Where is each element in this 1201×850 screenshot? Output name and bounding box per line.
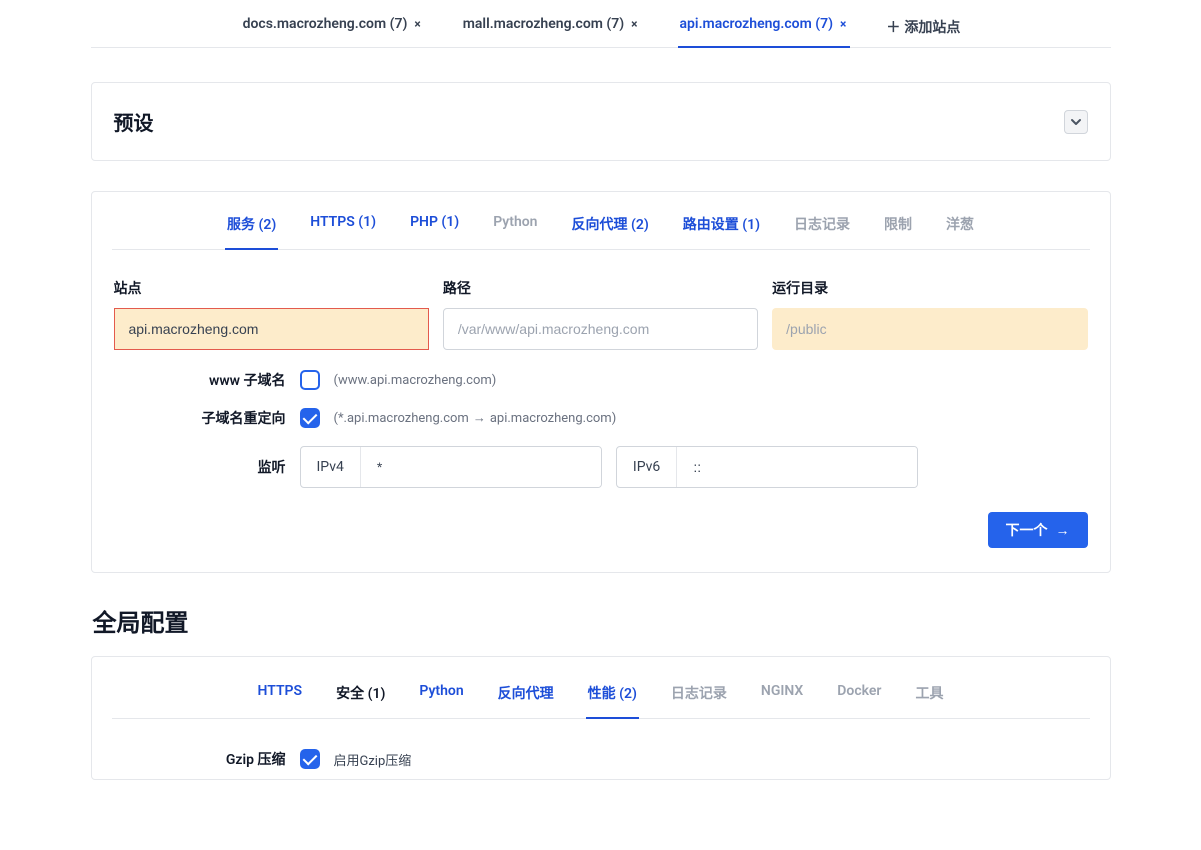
listen-ipv6-label: IPv6	[617, 447, 677, 487]
service-card: 服务 (2) HTTPS (1) PHP (1) Python 反向代理 (2)…	[91, 191, 1111, 573]
tab-routing[interactable]: 路由设置 (1)	[681, 214, 762, 250]
add-site-button[interactable]: ＋添加站点	[886, 17, 960, 37]
preset-card: 预设	[91, 82, 1111, 161]
tab-limit[interactable]: 限制	[882, 214, 914, 250]
www-subdomain-label: www 子域名	[114, 370, 286, 390]
gzip-checkbox[interactable]	[300, 749, 320, 769]
www-subdomain-hint: (www.api.macrozheng.com)	[334, 373, 497, 388]
close-icon[interactable]: ×	[629, 17, 639, 31]
site-label: 站点	[114, 278, 429, 298]
run-dir-input[interactable]	[772, 308, 1087, 350]
arrow-right-icon: →	[473, 411, 486, 426]
add-site-label: 添加站点	[904, 20, 960, 36]
www-subdomain-checkbox[interactable]	[300, 370, 320, 390]
site-tabs: docs.macrozheng.com (7) × mall.macrozhen…	[91, 0, 1111, 48]
site-tab-mall[interactable]: mall.macrozheng.com (7) ×	[461, 6, 642, 48]
plus-icon: ＋	[886, 20, 900, 36]
listen-ipv4-label: IPv4	[301, 447, 361, 487]
tab-php[interactable]: PHP (1)	[408, 214, 461, 250]
listen-ipv4-group: IPv4	[300, 446, 602, 488]
tab-global-security[interactable]: 安全 (1)	[334, 683, 387, 719]
listen-label: 监听	[114, 457, 286, 477]
site-tab-docs[interactable]: docs.macrozheng.com (7) ×	[241, 6, 425, 48]
www-subdomain-row: www 子域名 (www.api.macrozheng.com)	[114, 370, 1088, 390]
site-tab-label: api.macrozheng.com (7)	[680, 16, 833, 32]
global-config-heading: 全局配置	[93, 603, 1111, 638]
tab-global-python[interactable]: Python	[417, 683, 465, 719]
site-tab-api[interactable]: api.macrozheng.com (7) ×	[678, 6, 851, 48]
preset-title: 预设	[114, 107, 154, 136]
gzip-enable-label: 启用Gzip压缩	[334, 750, 412, 769]
tab-service[interactable]: 服务 (2)	[225, 214, 278, 250]
tab-global-logging[interactable]: 日志记录	[669, 683, 729, 719]
global-tabs: HTTPS 安全 (1) Python 反向代理 性能 (2) 日志记录 NGI…	[112, 661, 1090, 719]
tab-global-https[interactable]: HTTPS	[256, 683, 305, 719]
tab-global-tools[interactable]: 工具	[913, 683, 945, 719]
service-tabs: 服务 (2) HTTPS (1) PHP (1) Python 反向代理 (2)…	[112, 192, 1090, 250]
tab-logging[interactable]: 日志记录	[792, 214, 852, 250]
next-button[interactable]: 下一个 →	[988, 512, 1088, 548]
tab-global-reverse-proxy[interactable]: 反向代理	[496, 683, 556, 719]
subdomain-redirect-hint: (*.api.macrozheng.com→api.macrozheng.com…	[334, 410, 617, 426]
site-input[interactable]	[114, 308, 429, 350]
listen-ipv4-input[interactable]	[361, 447, 601, 487]
tab-reverse-proxy[interactable]: 反向代理 (2)	[570, 214, 651, 250]
tab-onion[interactable]: 洋葱	[944, 214, 976, 250]
listen-ipv6-input[interactable]	[677, 447, 917, 487]
subdomain-redirect-checkbox[interactable]	[300, 408, 320, 428]
chevron-down-icon	[1070, 116, 1082, 128]
tab-python[interactable]: Python	[491, 214, 539, 250]
run-dir-label: 运行目录	[772, 278, 1087, 298]
arrow-right-icon: →	[1056, 522, 1070, 538]
tab-global-perf[interactable]: 性能 (2)	[586, 683, 639, 719]
site-tab-label: mall.macrozheng.com (7)	[463, 16, 624, 32]
close-icon[interactable]: ×	[838, 17, 848, 31]
global-form: Gzip 压缩 启用Gzip压缩	[92, 719, 1110, 779]
path-label: 路径	[443, 278, 758, 298]
close-icon[interactable]: ×	[412, 17, 422, 31]
path-input[interactable]	[443, 308, 758, 350]
subdomain-redirect-label: 子域名重定向	[114, 408, 286, 428]
tab-global-nginx[interactable]: NGINX	[759, 683, 805, 719]
preset-collapse-button[interactable]	[1064, 110, 1088, 134]
listen-ipv6-group: IPv6	[616, 446, 918, 488]
subdomain-redirect-row: 子域名重定向 (*.api.macrozheng.com→api.macrozh…	[114, 408, 1088, 428]
listen-row: 监听 IPv4 IPv6	[114, 446, 1088, 488]
service-form: 站点 路径 运行目录 www 子域名 (www.api.macrozheng.c…	[92, 250, 1110, 572]
gzip-label: Gzip 压缩	[114, 749, 286, 769]
next-button-label: 下一个	[1006, 520, 1048, 540]
site-tab-label: docs.macrozheng.com (7)	[243, 16, 408, 32]
tab-https[interactable]: HTTPS (1)	[308, 214, 378, 250]
tab-global-docker[interactable]: Docker	[835, 683, 883, 719]
global-card: HTTPS 安全 (1) Python 反向代理 性能 (2) 日志记录 NGI…	[91, 656, 1111, 780]
gzip-row: Gzip 压缩 启用Gzip压缩	[114, 749, 1088, 769]
